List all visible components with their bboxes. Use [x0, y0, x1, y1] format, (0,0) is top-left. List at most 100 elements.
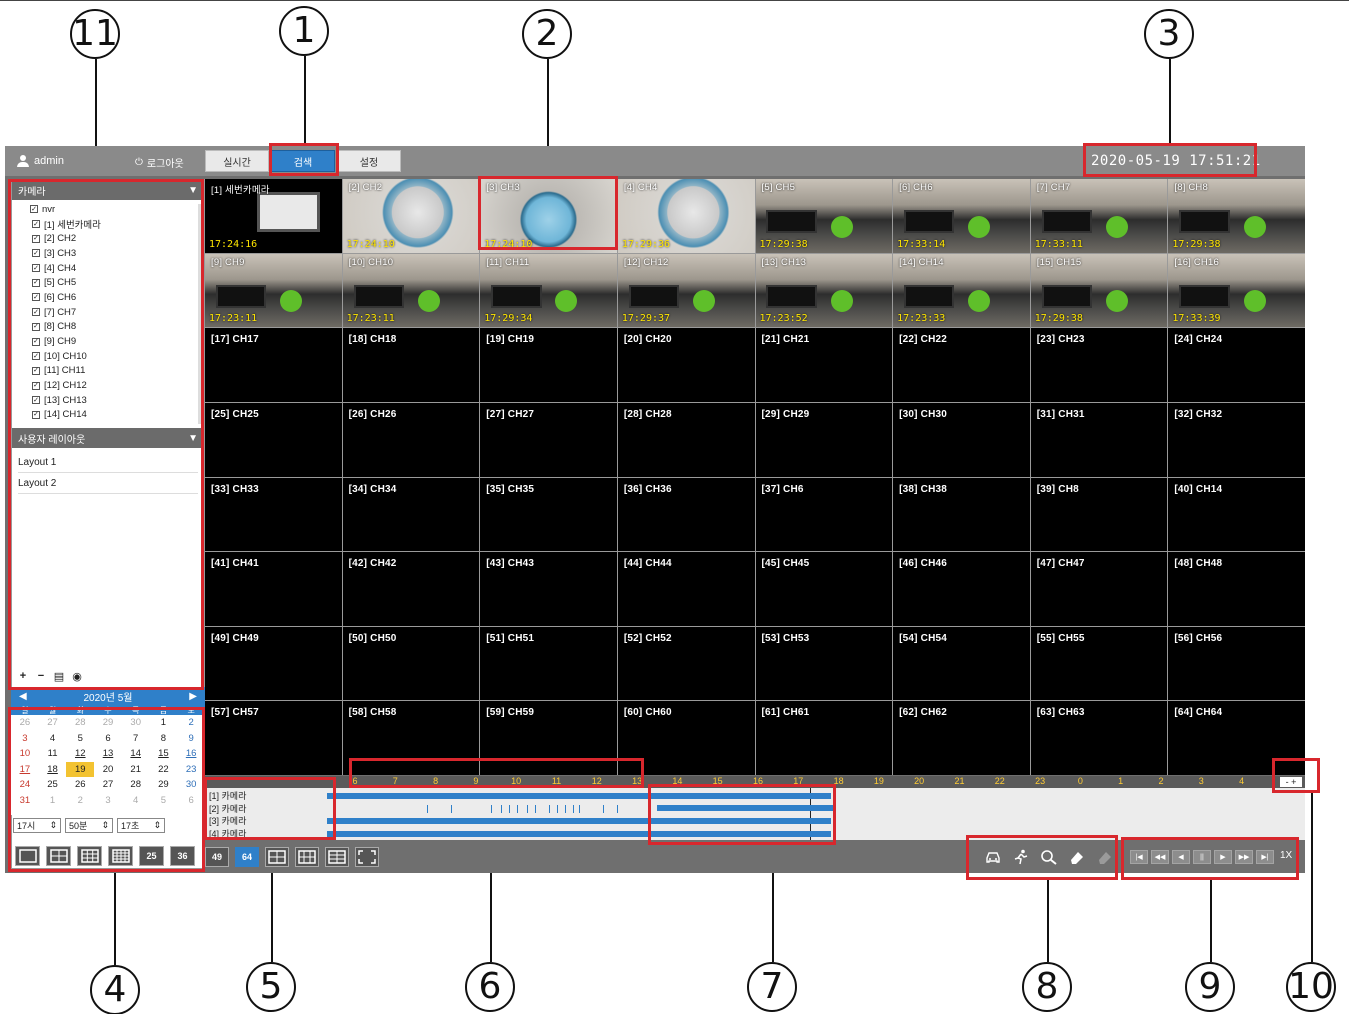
recording-bar[interactable]	[327, 830, 831, 837]
camera-tile[interactable]: [32] CH32	[1168, 402, 1305, 477]
calendar-day[interactable]: 26	[11, 715, 39, 731]
camera-tile[interactable]: [61] CH61	[755, 701, 893, 775]
prev-month-icon[interactable]: ◀	[19, 691, 27, 702]
camera-tile[interactable]: [57] CH57	[205, 701, 342, 775]
timeline-ruler[interactable]: 6 7 8 9 10 11 12 13 14 15 16 17 18 19 20 21 22 23 0 1 2 3 4	[205, 776, 1305, 788]
tab-settings[interactable]: 설정	[337, 150, 401, 172]
camera-tree-scrollbar[interactable]	[198, 204, 202, 424]
calendar-day[interactable]: 3	[94, 793, 122, 809]
camera-tile[interactable]: [42] CH42	[342, 552, 480, 626]
calendar-day[interactable]: 20	[94, 762, 122, 778]
camera-tile[interactable]: [33] CH33	[205, 477, 342, 552]
calendar-day[interactable]: 11	[39, 746, 67, 762]
camera-tile[interactable]: [40] CH14	[1168, 477, 1305, 552]
camera-tile[interactable]: [37] CH6	[755, 477, 893, 552]
split-16-button[interactable]	[108, 846, 133, 866]
timeline-tracks[interactable]: [1] 카메라 [2] 카메라 [3] 카메라 [4] 카메라	[205, 788, 1305, 840]
calendar-day[interactable]: 1	[150, 715, 178, 731]
calendar-day[interactable]: 18	[39, 762, 67, 778]
camera-tree-item[interactable]: ✓ [1] 세번카메라	[18, 217, 198, 232]
camera-tile[interactable]: [41] CH41	[205, 552, 342, 626]
camera-tile[interactable]: [19] CH19	[480, 328, 617, 402]
logout-button[interactable]: ⏻ 로그아웃	[135, 155, 184, 170]
calendar-day[interactable]: 3	[11, 731, 39, 747]
calendar-day[interactable]: 4	[122, 793, 150, 809]
camera-tile[interactable]: [4] CH4 17:29:36	[617, 179, 755, 253]
camera-tile[interactable]: [7] CH7 17:33:11	[1030, 179, 1168, 253]
calendar-day[interactable]: 24	[11, 777, 39, 793]
step-back-icon[interactable]: ◀	[1172, 850, 1190, 864]
camera-tree-item[interactable]: ✓ [13] CH13	[18, 393, 198, 408]
camera-tree-item[interactable]: ✓ [11] CH11	[18, 364, 198, 379]
camera-tree-item[interactable]: ✓ [5] CH5	[18, 275, 198, 290]
car-icon[interactable]	[983, 848, 1003, 866]
camera-tile[interactable]: [27] CH27	[480, 402, 617, 477]
camera-tile[interactable]: [30] CH30	[893, 402, 1030, 477]
add-icon[interactable]: +	[16, 670, 30, 682]
next-month-icon[interactable]: ▶	[189, 691, 197, 702]
calendar-day[interactable]: 13	[94, 746, 122, 762]
split-1-button[interactable]	[15, 846, 40, 866]
zoom-search-icon[interactable]	[1039, 848, 1059, 866]
calendar-day[interactable]: 9	[177, 731, 205, 747]
camera-tile[interactable]: [51] CH51	[480, 626, 617, 701]
camera-tile[interactable]: [52] CH52	[617, 626, 755, 701]
minute-stepper[interactable]: 50분 ⇕	[65, 818, 113, 833]
camera-tile[interactable]: [11] CH11 17:29:34	[480, 253, 617, 328]
calendar-day[interactable]: 17	[11, 762, 39, 778]
camera-tile[interactable]: [31] CH31	[1030, 402, 1168, 477]
calendar-day[interactable]: 26	[66, 777, 94, 793]
timeline-zoom-control[interactable]: - +	[1280, 777, 1302, 787]
second-stepper[interactable]: 17초 ⇕	[117, 818, 165, 833]
camera-tile[interactable]: [25] CH25	[205, 402, 342, 477]
camera-tile[interactable]: [59] CH59	[480, 701, 617, 775]
split-36-button[interactable]: 36	[170, 846, 195, 866]
camera-tree-item[interactable]: ✓ [6] CH6	[18, 290, 198, 305]
fullscreen-button[interactable]	[355, 847, 379, 867]
pause-icon[interactable]: ||	[1193, 850, 1211, 864]
go-arrow-icon[interactable]: ➡	[169, 818, 181, 833]
camera-tile[interactable]: [5] CH5 17:29:38	[755, 179, 893, 253]
camera-tile[interactable]: [50] CH50	[342, 626, 480, 701]
camera-tree-item[interactable]: ✓ [14] CH14	[18, 408, 198, 423]
calendar-day[interactable]: 28	[122, 777, 150, 793]
calendar-day[interactable]: 27	[94, 777, 122, 793]
camera-tile[interactable]: [38] CH38	[893, 477, 1030, 552]
camera-tree-item[interactable]: ✓ [4] CH4	[18, 261, 198, 276]
camera-tile[interactable]: [2] CH2 17:24:10	[342, 179, 480, 253]
camera-tile[interactable]: [10] CH10 17:23:11	[342, 253, 480, 328]
layout-section-header[interactable]: 사용자 레이아웃 ▼	[12, 428, 204, 448]
camera-tile[interactable]: [34] CH34	[342, 477, 480, 552]
calendar-day[interactable]: 8	[150, 731, 178, 747]
camera-tile[interactable]: [44] CH44	[617, 552, 755, 626]
calendar-day-selected[interactable]: 19	[66, 761, 95, 777]
calendar-day[interactable]: 22	[150, 762, 178, 778]
recording-bar[interactable]	[327, 818, 831, 824]
calendar-day[interactable]: 6	[94, 731, 122, 747]
camera-tile[interactable]: [43] CH43	[480, 552, 617, 626]
go-end-icon[interactable]: ▶|	[1256, 850, 1274, 864]
calendar-day[interactable]: 29	[94, 715, 122, 731]
calendar-day[interactable]: 29	[150, 777, 178, 793]
tab-live[interactable]: 실시간	[205, 150, 269, 172]
calendar-day[interactable]: 12	[66, 746, 94, 762]
split-4-button[interactable]	[46, 846, 71, 866]
camera-tree-item[interactable]: ✓ [7] CH7	[18, 305, 198, 320]
camera-tile[interactable]: [62] CH62	[893, 701, 1030, 775]
camera-tile[interactable]: [24] CH24	[1168, 328, 1305, 402]
camera-tree-item[interactable]: ✓ [2] CH2	[18, 231, 198, 246]
calendar-day[interactable]: 28	[66, 715, 94, 731]
calendar-day[interactable]: 6	[177, 793, 205, 809]
camera-tile[interactable]: [6] CH6 17:33:14	[893, 179, 1030, 253]
calendar-day[interactable]: 14	[122, 746, 150, 762]
camera-tile[interactable]: [8] CH8 17:29:38	[1168, 179, 1305, 253]
camera-tree-item[interactable]: ✓ [9] CH9	[18, 334, 198, 349]
camera-tile[interactable]: [17] CH17	[205, 328, 342, 402]
camera-tile[interactable]: [48] CH48	[1168, 552, 1305, 626]
camera-tree-item[interactable]: ✓ [3] CH3	[18, 246, 198, 261]
motion-icon[interactable]	[1011, 848, 1031, 866]
camera-tile[interactable]: [23] CH23	[1030, 328, 1168, 402]
camera-tile[interactable]: [12] CH12 17:29:37	[617, 253, 755, 328]
recording-bar[interactable]	[327, 793, 831, 799]
camera-tile[interactable]: [35] CH35	[480, 477, 617, 552]
